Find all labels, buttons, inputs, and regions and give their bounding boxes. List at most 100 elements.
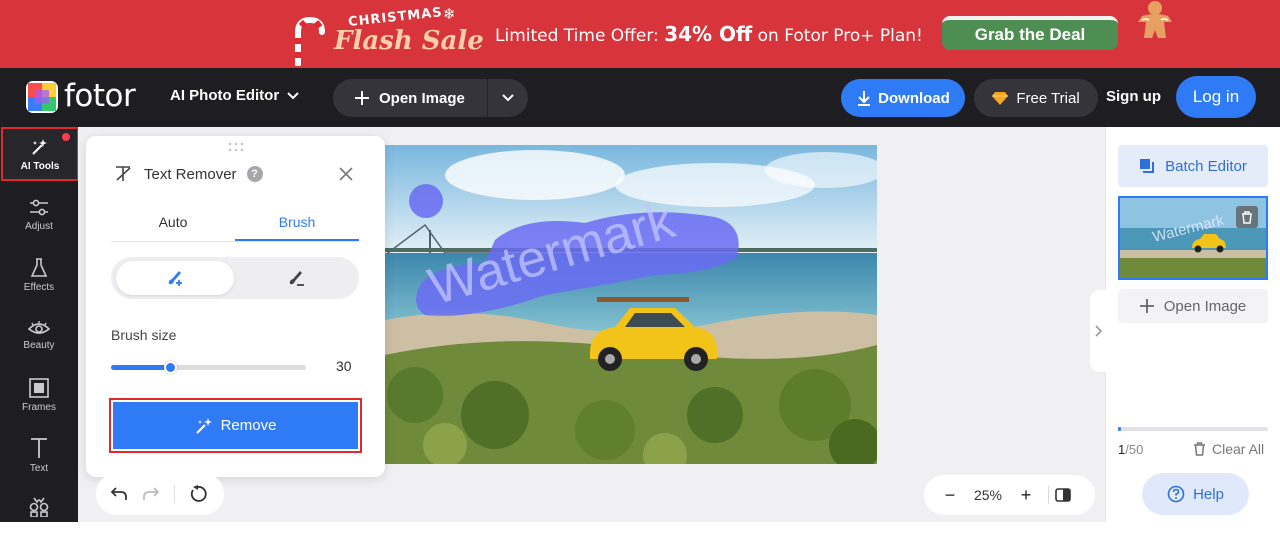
- divider: [1048, 486, 1049, 504]
- promo-offer-text: Limited Time Offer: 34% Off on Fotor Pro…: [495, 22, 923, 46]
- fotor-logo-icon: [26, 81, 58, 113]
- panel-title-text: Text Remover: [144, 165, 237, 183]
- open-image-split-button: Open Image: [333, 79, 528, 117]
- brush-size-value: 30: [336, 358, 352, 374]
- brush-plus-icon: [168, 271, 182, 286]
- tool-beauty[interactable]: Beauty: [0, 307, 78, 363]
- trash-icon: [1194, 442, 1205, 456]
- tool-label: Effects: [23, 281, 55, 293]
- left-tool-rail: AI Tools Adjust Effects Beauty Frames Te…: [0, 127, 79, 522]
- fotor-logo-text[interactable]: fotor: [64, 78, 136, 114]
- plus-icon: [355, 91, 369, 105]
- close-icon[interactable]: [338, 166, 354, 182]
- log-in-button[interactable]: Log in: [1176, 76, 1256, 118]
- tool-label: Text: [29, 462, 49, 474]
- collapse-panel-button[interactable]: [1090, 290, 1108, 372]
- chevron-down-icon: [287, 91, 299, 99]
- help-label: Help: [1193, 485, 1224, 503]
- gingerbread-icon: [1138, 1, 1172, 38]
- tool-label: Frames: [22, 401, 56, 413]
- help-icon[interactable]: ?: [246, 166, 263, 182]
- open-image-label: Open Image: [1163, 297, 1247, 315]
- snowflake-icon: ❄: [443, 6, 456, 23]
- tab-auto[interactable]: Auto: [111, 206, 235, 241]
- download-label: Download: [878, 89, 950, 107]
- diamond-icon: [992, 92, 1009, 105]
- sparkle-wand-icon: [32, 138, 47, 155]
- history-controls: [96, 473, 224, 515]
- tool-ai-tools[interactable]: AI Tools: [1, 127, 79, 181]
- tab-brush[interactable]: Brush: [235, 206, 359, 241]
- slider-handle[interactable]: [163, 361, 177, 374]
- remove-button[interactable]: Remove: [113, 402, 358, 449]
- open-image-button[interactable]: Open Image: [333, 79, 488, 117]
- zoom-in-button[interactable]: +: [1010, 485, 1042, 506]
- elements-icon: [29, 497, 49, 517]
- sliders-icon: [30, 199, 48, 215]
- plus-icon: [1139, 299, 1154, 313]
- open-image-button-right[interactable]: Open Image: [1118, 289, 1268, 323]
- text-remove-icon: [116, 166, 131, 181]
- image-thumbnail[interactable]: Watermark: [1118, 196, 1268, 280]
- tool-label: AI Tools: [20, 160, 60, 172]
- question-circle-icon: [1167, 485, 1185, 503]
- tool-text[interactable]: Text: [0, 427, 78, 483]
- tool-label: Beauty: [23, 339, 55, 351]
- clear-all-label: Clear All: [1212, 441, 1265, 457]
- grab-deal-button[interactable]: Grab the Deal: [942, 16, 1118, 50]
- brush-add-button[interactable]: [116, 261, 234, 295]
- zoom-control: − 25% +: [924, 475, 1095, 515]
- brush-mode-toggle: [111, 257, 359, 299]
- top-navbar: fotor AI Photo Editor Open Image Downloa…: [0, 68, 1280, 127]
- redo-icon[interactable]: [142, 486, 160, 502]
- image-count: 1/50: [1118, 442, 1144, 457]
- progress-fill: [1118, 427, 1121, 431]
- brush-size-slider[interactable]: [111, 361, 306, 374]
- zoom-out-button[interactable]: −: [934, 485, 966, 506]
- help-button[interactable]: Help: [1142, 473, 1249, 515]
- edited-photo[interactable]: Watermark: [385, 145, 877, 464]
- chevron-down-icon: [502, 94, 514, 102]
- frame-icon: [29, 377, 49, 398]
- text-remover-panel: Text Remover ? Auto Brush Brush size 30 …: [86, 136, 385, 477]
- tool-adjust[interactable]: Adjust: [0, 187, 78, 243]
- tool-elements[interactable]: [0, 487, 78, 527]
- batch-editor-label: Batch Editor: [1165, 157, 1247, 175]
- clear-all-button[interactable]: Clear All: [1193, 441, 1264, 457]
- tool-frames[interactable]: Frames: [0, 367, 78, 423]
- open-image-label: Open Image: [379, 89, 465, 107]
- batch-icon: [1140, 159, 1155, 173]
- delete-thumbnail-button[interactable]: [1236, 206, 1258, 228]
- tool-label: Adjust: [25, 220, 53, 232]
- undo-icon[interactable]: [110, 486, 128, 502]
- divider: [174, 485, 175, 503]
- image-count-progress: [1118, 427, 1268, 431]
- promo-flash-sale-text: Flash Sale: [334, 26, 484, 56]
- product-menu-label: AI Photo Editor: [170, 87, 280, 104]
- compare-icon[interactable]: [1055, 487, 1071, 503]
- open-image-menu-button[interactable]: [488, 94, 528, 102]
- drag-handle-icon[interactable]: [228, 142, 244, 152]
- sign-up-link[interactable]: Sign up: [1106, 88, 1161, 105]
- magic-wand-icon: [195, 417, 212, 434]
- candy-cane-icon: [295, 16, 325, 66]
- product-menu-dropdown[interactable]: AI Photo Editor: [170, 87, 299, 104]
- brush-minus-icon: [289, 271, 304, 286]
- download-button[interactable]: Download: [841, 79, 965, 117]
- batch-editor-button[interactable]: Batch Editor: [1118, 145, 1268, 187]
- slider-fill: [111, 365, 170, 370]
- tool-effects[interactable]: Effects: [0, 247, 78, 303]
- remove-button-highlight: Remove: [109, 398, 362, 453]
- promo-banner[interactable]: CHRISTMAS ❄ Flash Sale Limited Time Offe…: [0, 0, 1280, 68]
- mode-tabs: Auto Brush: [111, 206, 359, 242]
- zoom-level: 25%: [973, 487, 1003, 503]
- remove-label: Remove: [220, 417, 277, 434]
- download-icon: [858, 91, 871, 106]
- brush-size-label: Brush size: [111, 327, 177, 343]
- free-trial-button[interactable]: Free Trial: [974, 79, 1098, 117]
- chevron-right-icon: [1095, 325, 1103, 337]
- reset-icon[interactable]: [189, 485, 207, 503]
- notification-dot: [62, 133, 70, 141]
- brush-erase-button[interactable]: [237, 261, 355, 295]
- flask-icon: [30, 257, 48, 277]
